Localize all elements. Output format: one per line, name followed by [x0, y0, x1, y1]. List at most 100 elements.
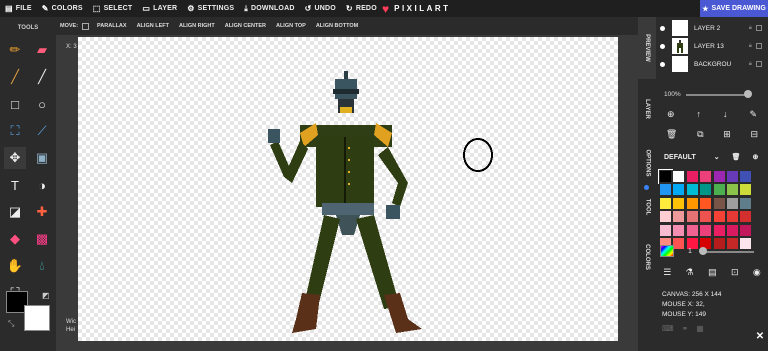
- palette-swatch[interactable]: [699, 183, 713, 197]
- layer-checkbox[interactable]: [756, 61, 762, 67]
- palette-swatch[interactable]: [739, 210, 753, 224]
- export-icon[interactable]: ⊡: [731, 267, 739, 278]
- align-right-button[interactable]: ALIGN RIGHT: [174, 23, 220, 29]
- palette-swatch[interactable]: [659, 223, 672, 237]
- duplicate-layer-icon[interactable]: ⧉: [697, 129, 703, 140]
- settings-circle-icon[interactable]: ◉: [753, 267, 761, 278]
- palette-swatch[interactable]: [672, 223, 686, 237]
- align-bottom-button[interactable]: ALIGN BOTTOM: [311, 23, 363, 29]
- palette-name[interactable]: DEFAULT: [664, 154, 696, 161]
- palette-swatch[interactable]: [712, 196, 726, 210]
- palette-swatch[interactable]: [685, 223, 699, 237]
- visibility-icon[interactable]: [660, 25, 665, 31]
- layer-row[interactable]: LAYER 2 🔒︎: [656, 20, 768, 36]
- palette-swatch[interactable]: [725, 196, 739, 210]
- palette-swatch[interactable]: [672, 183, 686, 197]
- text-icon[interactable]: T: [4, 174, 26, 196]
- trash-icon[interactable]: 🗑︎: [732, 153, 741, 161]
- layer-row[interactable]: BACKGROU 🔒︎: [656, 56, 768, 72]
- menu-download[interactable]: ⤓ DOWNLOAD: [239, 4, 299, 14]
- chevron-down-icon[interactable]: ⌄: [714, 153, 720, 161]
- layer-row[interactable]: LAYER 13 🔒︎: [656, 38, 768, 54]
- menu-colors[interactable]: ✎ COLORS: [37, 4, 88, 13]
- add-color-icon[interactable]: ⊕: [753, 153, 759, 161]
- add-layer-icon[interactable]: ⊕: [667, 109, 675, 120]
- palette-swatch[interactable]: [659, 183, 672, 197]
- color-picker-icon[interactable]: [660, 245, 674, 257]
- hand-icon[interactable]: ✋: [4, 255, 26, 277]
- drop-icon[interactable]: 💧︎: [31, 255, 53, 277]
- palette-swatch[interactable]: [699, 170, 713, 183]
- tab-preview[interactable]: PREVIEW: [638, 17, 656, 79]
- bucket-icon[interactable]: ⛶: [4, 120, 26, 142]
- eyedropper-icon[interactable]: ⟋: [31, 120, 53, 142]
- palette-swatch[interactable]: [739, 196, 753, 210]
- shade-icon[interactable]: ▣: [31, 147, 53, 169]
- pattern-icon[interactable]: ✚: [31, 201, 53, 223]
- lock-icon[interactable]: 🔒︎: [749, 61, 752, 68]
- stamp-icon[interactable]: ◆: [4, 228, 26, 250]
- ellipse-icon[interactable]: ○: [31, 93, 53, 115]
- menu-select[interactable]: ⬚ SELECT: [88, 4, 138, 13]
- palette-swatch[interactable]: [699, 210, 713, 224]
- brand-logo[interactable]: ♥ PIXILART: [382, 0, 451, 17]
- palette-swatch[interactable]: [659, 196, 672, 210]
- eraser-icon[interactable]: ▰: [31, 39, 53, 61]
- palette-swatch[interactable]: [712, 170, 726, 183]
- gradient-icon[interactable]: ▩: [31, 228, 53, 250]
- palette-swatch[interactable]: [685, 170, 699, 183]
- menu-redo[interactable]: ↻ REDO: [341, 4, 382, 13]
- parallax-checkbox[interactable]: [82, 22, 90, 30]
- collapse-icon[interactable]: ⊟: [751, 129, 759, 140]
- rectangle-icon[interactable]: □: [4, 93, 26, 115]
- layer-checkbox[interactable]: [756, 25, 762, 31]
- palette-swatch[interactable]: [699, 223, 713, 237]
- tab-options[interactable]: OPTIONS: [638, 139, 656, 187]
- brush-size-knob[interactable]: [698, 247, 707, 255]
- move-icon[interactable]: ✥: [4, 147, 26, 169]
- stats-icon[interactable]: ▦: [696, 324, 704, 333]
- palette-swatch[interactable]: [685, 183, 699, 197]
- palette-swatch[interactable]: [725, 223, 739, 237]
- palette-swatch[interactable]: [659, 210, 672, 224]
- menu-undo[interactable]: ↺ UNDO: [300, 4, 341, 13]
- swap-colors-icon[interactable]: ◩: [42, 291, 50, 300]
- secondary-color-swatch[interactable]: [24, 305, 50, 331]
- save-drawing-button[interactable]: ★ SAVE DRAWING: [700, 0, 768, 17]
- align-center-button[interactable]: ALIGN CENTER: [220, 23, 271, 29]
- palette-swatch[interactable]: [672, 170, 686, 183]
- opacity-slider[interactable]: [686, 94, 748, 96]
- palette-swatch[interactable]: [725, 210, 739, 224]
- palette-swatch[interactable]: [739, 170, 753, 183]
- menu-file[interactable]: ▤ FILE: [0, 4, 37, 13]
- align-top-button[interactable]: ALIGN TOP: [271, 23, 311, 29]
- palette-swatch[interactable]: [712, 210, 726, 224]
- palette-swatch[interactable]: [725, 183, 739, 197]
- palette-swatch[interactable]: [699, 196, 713, 210]
- merge-layer-icon[interactable]: ⊞: [723, 129, 731, 140]
- menu-layer[interactable]: ▭ LAYER: [137, 4, 182, 13]
- palette-swatch[interactable]: [712, 183, 726, 197]
- move-layer-down-icon[interactable]: ↓: [723, 109, 728, 120]
- visibility-icon[interactable]: [660, 43, 665, 49]
- palette-swatch[interactable]: [739, 223, 753, 237]
- document-icon[interactable]: ▤: [708, 267, 717, 278]
- palette-swatch[interactable]: [712, 223, 726, 237]
- palette-swatch[interactable]: [672, 210, 686, 224]
- tab-layer[interactable]: LAYER: [638, 79, 656, 139]
- list-icon[interactable]: ☰: [663, 267, 671, 278]
- flask-icon[interactable]: ⚗: [686, 267, 694, 278]
- opacity-slider-knob[interactable]: [744, 90, 752, 98]
- line-icon[interactable]: ╱: [31, 66, 53, 88]
- edit-layer-icon[interactable]: ✎: [749, 109, 757, 120]
- palette-swatch[interactable]: [725, 170, 739, 183]
- dither-icon[interactable]: ◑: [31, 174, 53, 196]
- lock-icon[interactable]: 🔒︎: [749, 25, 752, 32]
- palette-swatch[interactable]: [672, 196, 686, 210]
- lighten-icon[interactable]: ◪: [4, 201, 26, 223]
- reset-colors-icon[interactable]: ⤡: [8, 319, 14, 329]
- lock-icon[interactable]: 🔒︎: [749, 43, 752, 50]
- tab-tool[interactable]: TOOL: [638, 185, 656, 227]
- brush-size-slider[interactable]: [700, 251, 754, 253]
- visibility-icon[interactable]: [660, 61, 665, 67]
